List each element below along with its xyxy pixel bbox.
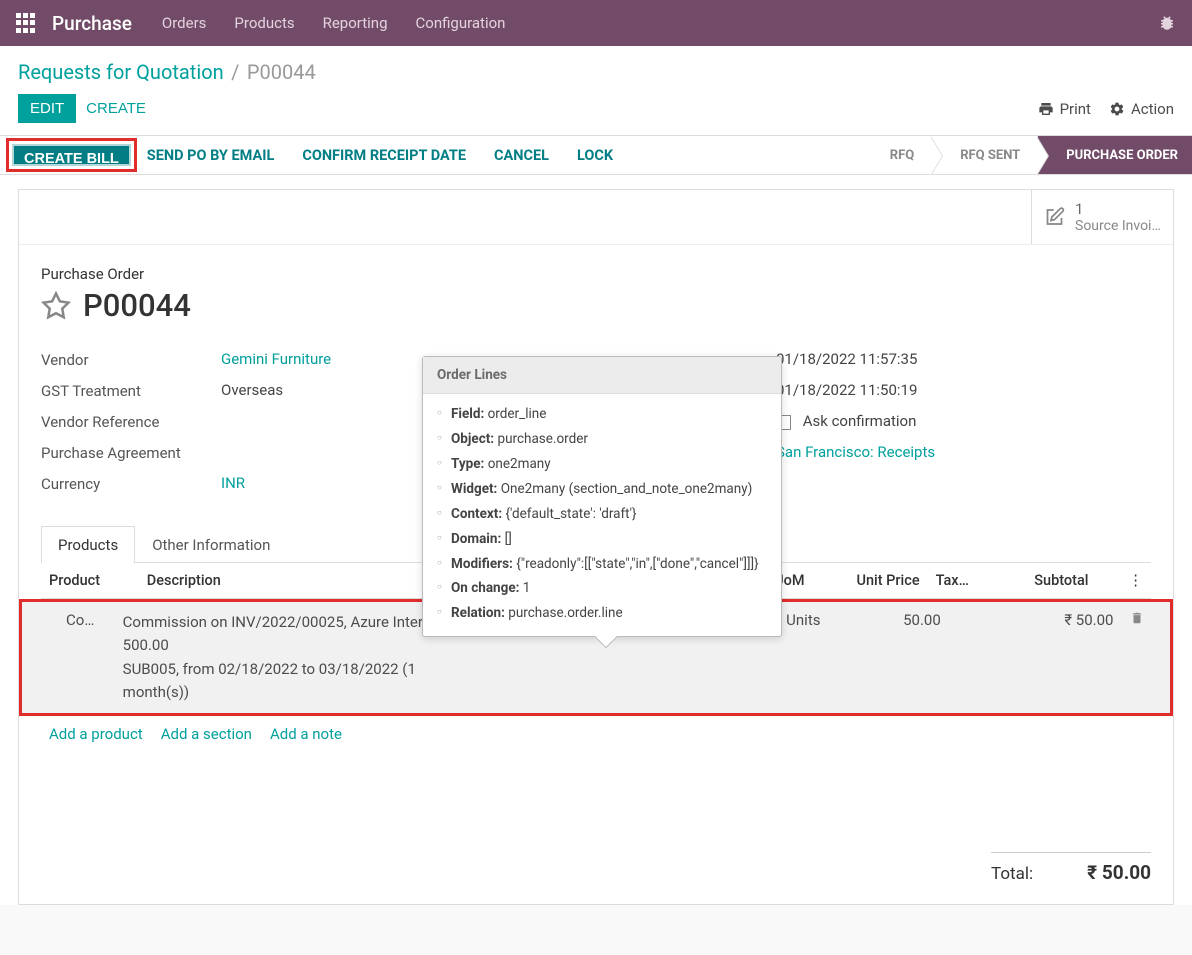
source-invoice-button[interactable]: 1 Source Invoice [1031, 190, 1173, 244]
cell-description: Commission on INV/2022/00025, Azure Inte… [115, 602, 463, 713]
cancel-button[interactable]: CANCEL [494, 147, 549, 164]
nav-reporting[interactable]: Reporting [323, 14, 388, 32]
breadcrumb-current: P00044 [247, 60, 316, 84]
breadcrumb-root[interactable]: Requests for Quotation [18, 60, 224, 84]
create-bill-button[interactable]: CREATE BILL [12, 144, 131, 166]
breadcrumb: Requests for Quotation / P00044 [0, 46, 1192, 90]
tooltip-onchange: On change: 1 [437, 576, 767, 601]
vendor-value[interactable]: Gemini Furniture [221, 350, 331, 371]
step-rfq-sent[interactable]: RFQ SENT [932, 136, 1038, 174]
action-bar: EDIT CREATE Print Action [0, 90, 1192, 135]
ask-confirmation-field[interactable]: Ask confirmation [776, 412, 916, 433]
smart-label: Source Invoice [1075, 218, 1161, 234]
print-button[interactable]: Print [1038, 100, 1091, 118]
tooltip-widget: Widget: One2many (section_and_note_one2m… [437, 477, 767, 502]
kebab-icon[interactable]: ⋮ [1120, 563, 1151, 599]
record-kind: Purchase Order [41, 265, 1151, 283]
nav-products[interactable]: Products [234, 14, 294, 32]
step-purchase-order[interactable]: PURCHASE ORDER [1038, 136, 1192, 174]
tab-products[interactable]: Products [41, 526, 135, 563]
cell-taxes [949, 602, 995, 713]
th-taxes: Tax… [928, 563, 977, 599]
currency-label: Currency [41, 474, 221, 495]
send-po-button[interactable]: SEND PO BY EMAIL [147, 147, 275, 164]
step-rfq[interactable]: RFQ [862, 136, 932, 174]
add-product-link[interactable]: Add a product [49, 725, 143, 743]
cell-uom: Units [778, 602, 843, 713]
top-nav: Purchase Orders Products Reporting Confi… [0, 0, 1192, 46]
confirm-receipt-button[interactable]: CONFIRM RECEIPT DATE [302, 147, 466, 164]
tooltip-title: Order Lines [423, 357, 781, 394]
add-note-link[interactable]: Add a note [270, 725, 342, 743]
print-label: Print [1060, 100, 1091, 118]
lock-button[interactable]: LOCK [577, 147, 613, 164]
smart-count: 1 [1075, 200, 1083, 218]
app-brand: Purchase [52, 12, 132, 35]
status-steps: RFQ RFQ SENT PURCHASE ORDER [862, 136, 1192, 174]
gst-value: Overseas [221, 381, 283, 402]
gst-label: GST Treatment [41, 381, 221, 402]
purchase-agreement-label: Purchase Agreement [41, 443, 221, 464]
nav-configuration[interactable]: Configuration [416, 14, 506, 32]
record-name: P00044 [83, 287, 191, 324]
star-icon[interactable] [41, 291, 71, 321]
tooltip-domain: Domain: [] [437, 527, 767, 552]
total-value: ₹ 50.00 [1087, 861, 1151, 884]
tooltip-type: Type: one2many [437, 452, 767, 477]
action-button[interactable]: Action [1109, 100, 1174, 118]
total-label: Total: [991, 864, 1033, 884]
highlight-create-bill: CREATE BILL [6, 138, 137, 172]
bug-icon[interactable] [1158, 14, 1176, 32]
nav-menu: Orders Products Reporting Configuration [162, 14, 506, 32]
apps-icon[interactable] [16, 13, 36, 33]
th-description: Description [139, 563, 467, 599]
order-date-value: 01/18/2022 11:57:35 [776, 350, 917, 371]
th-unit-price: Unit Price [828, 563, 928, 599]
tooltip-field: Field: order_line [437, 402, 767, 427]
cell-unit-price: 50.00 [843, 602, 948, 713]
confirm-date-value: 01/18/2022 11:50:19 [776, 381, 917, 402]
vendor-reference-label: Vendor Reference [41, 412, 221, 433]
edit-icon [1044, 206, 1065, 228]
gear-icon [1109, 101, 1125, 117]
th-product: Product [41, 563, 139, 599]
print-icon [1038, 101, 1054, 117]
nav-orders[interactable]: Orders [162, 14, 207, 32]
create-button[interactable]: CREATE [76, 94, 156, 123]
breadcrumb-sep: / [231, 60, 239, 84]
deliver-to-value[interactable]: San Francisco: Receipts [776, 443, 935, 464]
ask-confirmation-label: Ask confirmation [803, 412, 917, 430]
delete-row-icon[interactable] [1121, 602, 1153, 713]
add-section-link[interactable]: Add a section [161, 725, 252, 743]
status-bar: CREATE BILL SEND PO BY EMAIL CONFIRM REC… [0, 135, 1192, 175]
trash-icon [1130, 611, 1144, 625]
smart-button-bar: 1 Source Invoice [19, 190, 1173, 245]
cell-product: Commissi… [22, 602, 115, 713]
currency-value[interactable]: INR [221, 474, 245, 495]
action-label: Action [1131, 100, 1174, 118]
debug-tooltip: Order Lines Field: order_line Object: pu… [422, 356, 782, 637]
th-subtotal: Subtotal [977, 563, 1097, 599]
tooltip-object: Object: purchase.order [437, 427, 767, 452]
tooltip-modifiers: Modifiers: {"readonly":[["state","in",["… [437, 552, 767, 577]
tooltip-context: Context: {'default_state': 'draft'} [437, 502, 767, 527]
tooltip-relation: Relation: purchase.order.line [437, 601, 767, 626]
vendor-label: Vendor [41, 350, 221, 371]
tab-other-information[interactable]: Other Information [135, 526, 287, 563]
cell-subtotal: ₹ 50.00 [995, 602, 1121, 713]
edit-button[interactable]: EDIT [18, 94, 76, 123]
